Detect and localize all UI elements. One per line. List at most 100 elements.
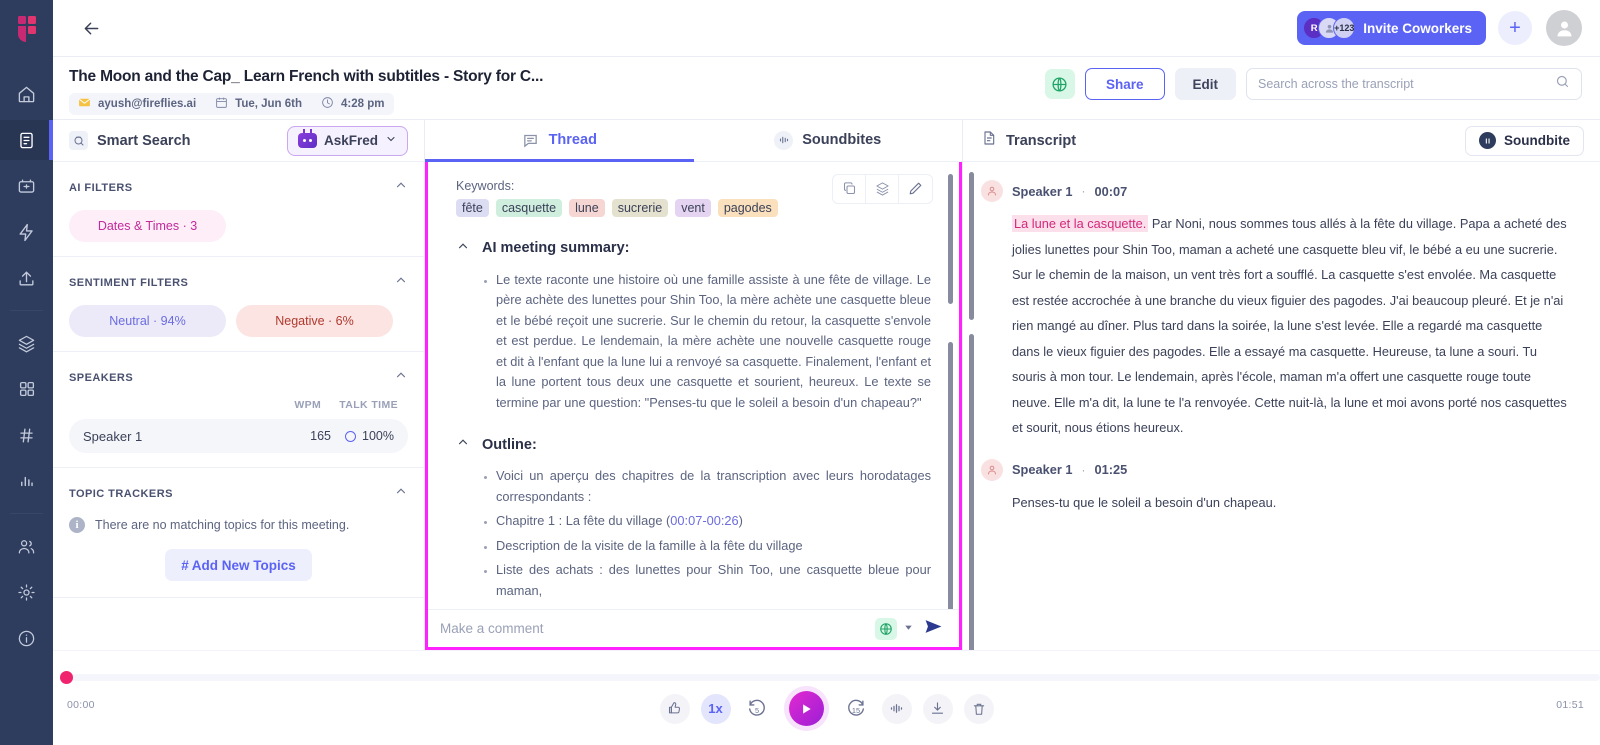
progress-track[interactable] xyxy=(65,674,1600,681)
soundbite-button[interactable]: Soundbite xyxy=(1465,125,1584,156)
share-button[interactable]: Share xyxy=(1084,68,1165,100)
meeting-date: Tue, Jun 6th xyxy=(235,98,303,110)
team-icon[interactable] xyxy=(0,526,53,566)
transcript-scrollbar-thumb[interactable] xyxy=(969,334,974,650)
chevron-down-icon xyxy=(385,132,397,150)
user-avatar[interactable] xyxy=(1546,10,1582,46)
ai-filters-title: AI FILTERS xyxy=(69,181,133,194)
thread-scrollbar-top[interactable] xyxy=(948,173,953,304)
keyword-chip[interactable]: lune xyxy=(569,198,605,217)
chevron-down-icon[interactable] xyxy=(903,620,914,638)
chevron-up-icon xyxy=(456,239,470,258)
transcript-search[interactable] xyxy=(1246,68,1582,100)
gear-icon[interactable] xyxy=(0,572,53,612)
meeting-meta: ayush@fireflies.ai Tue, Jun 6th 4:28 pm xyxy=(69,93,394,115)
send-icon[interactable] xyxy=(924,617,943,641)
robot-eye-right xyxy=(308,139,312,142)
keyword-chip[interactable]: sucrerie xyxy=(611,198,669,217)
hash-icon: # xyxy=(181,557,189,573)
search-input[interactable] xyxy=(1258,77,1555,91)
keyword-chip[interactable]: pagodes xyxy=(717,198,778,217)
speaker-row[interactable]: Speaker 1 165 100% xyxy=(69,419,408,453)
utterance-timestamp[interactable]: 00:07 xyxy=(1094,184,1127,199)
edit-button[interactable]: Edit xyxy=(1174,68,1236,100)
layers-icon[interactable] xyxy=(0,323,53,363)
ai-summary-title: AI meeting summary: xyxy=(482,240,630,257)
chapter-1-timestamp[interactable]: 00:07-00:26 xyxy=(670,513,738,528)
analytics-icon[interactable] xyxy=(0,461,53,501)
edit-pencil-icon[interactable] xyxy=(899,175,932,203)
delete-icon[interactable] xyxy=(963,693,994,724)
ai-filters-pills: Dates & Times · 3 xyxy=(69,210,408,242)
upload-icon[interactable] xyxy=(0,258,53,298)
info-icon: i xyxy=(69,517,85,533)
tab-thread[interactable]: Thread xyxy=(425,120,694,162)
home-icon[interactable] xyxy=(0,74,53,114)
forward-15-button[interactable]: 15 xyxy=(841,694,871,724)
thumbs-up-icon[interactable] xyxy=(659,693,690,724)
filter-pill-dates-times[interactable]: Dates & Times · 3 xyxy=(69,210,226,242)
thread-scrollbar-thumb[interactable] xyxy=(948,341,953,609)
notes-icon[interactable] xyxy=(0,120,53,160)
download-icon[interactable] xyxy=(922,693,953,724)
transcript-header: Transcript Soundbite xyxy=(963,120,1600,162)
translate-globe-icon[interactable] xyxy=(875,617,897,640)
comment-bar xyxy=(428,609,959,647)
speakers-header: SPEAKERS xyxy=(69,368,408,387)
chevron-up-icon[interactable] xyxy=(394,178,408,197)
talk-time-ring-icon xyxy=(345,430,357,442)
fireflies-logo[interactable] xyxy=(0,0,53,57)
info-icon[interactable] xyxy=(0,618,53,658)
add-button[interactable]: + xyxy=(1498,11,1532,45)
apps-grid-icon[interactable] xyxy=(0,369,53,409)
transcript-body: Speaker 1 · 00:07 La lune et la casquett… xyxy=(963,162,1600,650)
smart-search-header: Smart Search AskFred xyxy=(53,120,424,162)
keyword-chip[interactable]: fête xyxy=(456,198,489,217)
playback-speed-button[interactable]: 1x xyxy=(700,693,731,724)
utterance-text: La lune et la casquette. Par Noni, nous … xyxy=(1012,211,1570,441)
lightning-icon[interactable] xyxy=(0,212,53,252)
filter-pill-neutral[interactable]: Neutral · 94% xyxy=(69,305,226,337)
chevron-up-icon[interactable] xyxy=(394,484,408,503)
speaker-avatar-icon xyxy=(981,180,1003,202)
robot-eye-left xyxy=(302,139,306,142)
layers-icon[interactable] xyxy=(866,174,899,203)
askfred-robot-icon xyxy=(297,129,317,148)
filter-pill-negative[interactable]: Negative · 6% xyxy=(236,305,393,337)
back-arrow-icon[interactable] xyxy=(77,14,105,42)
translate-globe-icon[interactable] xyxy=(1044,69,1075,99)
rewind-5-button[interactable]: 5 xyxy=(742,694,772,724)
avatar-stack: R +123 xyxy=(1303,17,1356,39)
utterance-speaker[interactable]: Speaker 1 xyxy=(1012,462,1072,477)
topic-trackers-empty-text: There are no matching topics for this me… xyxy=(95,518,350,532)
waveform-icon[interactable] xyxy=(881,693,912,724)
tab-soundbites[interactable]: Soundbites xyxy=(694,120,963,161)
speaker-name: Speaker 1 xyxy=(83,428,143,444)
copy-icon[interactable] xyxy=(833,174,866,203)
transcript-scrollbar-top[interactable] xyxy=(969,172,974,320)
meetings-icon[interactable] xyxy=(0,166,53,206)
chevron-up-icon[interactable] xyxy=(394,273,408,292)
outline-header[interactable]: Outline: xyxy=(456,435,931,454)
envelope-icon xyxy=(78,96,91,112)
utterance-timestamp[interactable]: 01:25 xyxy=(1094,462,1127,477)
chevron-up-icon[interactable] xyxy=(394,368,408,387)
transcript-utterance: Speaker 1 · 01:25 Penses-tu que le solei… xyxy=(981,458,1570,516)
askfred-dropdown[interactable]: AskFred xyxy=(286,125,408,156)
add-new-topics-button[interactable]: # Add New Topics xyxy=(165,549,312,581)
hash-icon[interactable] xyxy=(0,415,53,455)
center-tabs: Thread Soundbites xyxy=(425,120,962,162)
keyword-chip[interactable]: vent xyxy=(675,198,711,217)
separator-dot: · xyxy=(1081,184,1086,198)
speaker-wpm: 165 xyxy=(310,429,332,443)
invite-coworkers-button[interactable]: R +123 Invite Coworkers xyxy=(1297,11,1486,45)
play-button[interactable] xyxy=(788,691,824,726)
rail-divider xyxy=(10,310,43,311)
topic-trackers-title: TOPIC TRACKERS xyxy=(69,487,173,500)
progress-knob[interactable] xyxy=(60,671,73,684)
keyword-chip[interactable]: casquette xyxy=(495,198,563,217)
topic-trackers-header: TOPIC TRACKERS xyxy=(69,484,408,503)
utterance-speaker[interactable]: Speaker 1 xyxy=(1012,184,1072,199)
ai-summary-header[interactable]: AI meeting summary: xyxy=(456,239,931,258)
comment-input[interactable] xyxy=(440,621,875,636)
